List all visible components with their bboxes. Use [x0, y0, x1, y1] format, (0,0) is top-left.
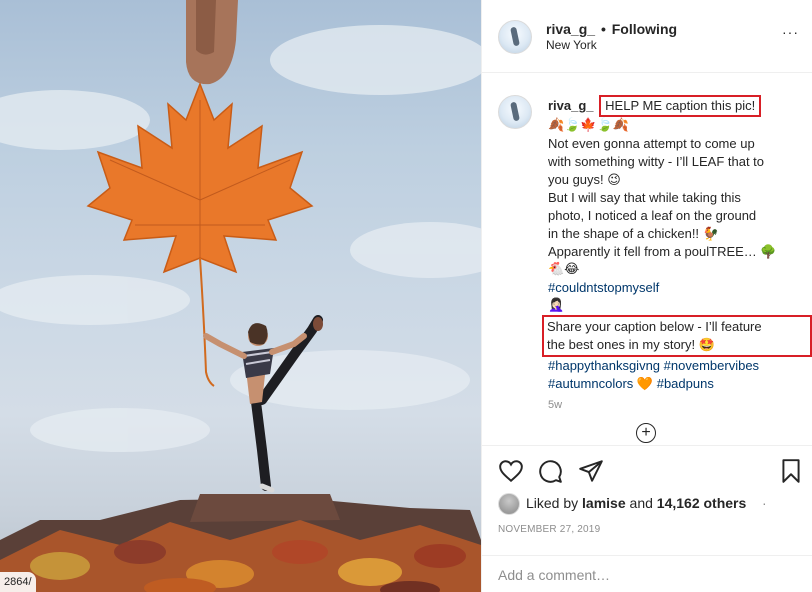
- action-bar: [482, 445, 812, 493]
- caption-timestamp: 5w: [548, 399, 563, 411]
- facepalm-emoji: 🤦🏻‍♀️: [548, 298, 565, 313]
- heart-icon[interactable]: [498, 458, 524, 484]
- photo-illustration: [0, 0, 481, 592]
- caption-line: But I will say that while taking this: [548, 190, 741, 205]
- comment-icon[interactable]: [537, 458, 563, 484]
- hashtag-link[interactable]: #badpuns: [657, 376, 714, 391]
- likes-prefix: Liked by: [526, 495, 579, 511]
- more-options-icon[interactable]: ···: [782, 24, 799, 40]
- caption-callout-line: the best ones in my story! 🤩: [547, 337, 715, 352]
- caption-area: riva_g_ HELP ME caption this pic! 🍂🍃🍁🍃🍂 …: [482, 73, 812, 445]
- author-username[interactable]: riva_g_: [546, 21, 595, 37]
- hashtag-link[interactable]: #happythanksgivng: [548, 358, 660, 373]
- caption-avatar[interactable]: [498, 95, 532, 129]
- likes-more-dot: ·: [762, 495, 767, 511]
- bookmark-icon[interactable]: [778, 458, 804, 484]
- caption-emoji-row: 🍂🍃🍁🍃🍂: [548, 118, 629, 133]
- likes-text: Liked by lamise and 14,162 others: [526, 495, 746, 511]
- caption-callout-box: Share your caption below - I’ll feature …: [542, 315, 812, 357]
- hashtag-link[interactable]: #couldntstopmyself: [548, 279, 806, 297]
- caption-line: photo, I noticed a leaf on the ground: [548, 208, 757, 223]
- post-details-panel: riva_g_ • Following New York ··· riva_g_…: [481, 0, 812, 592]
- share-icon[interactable]: [578, 458, 604, 484]
- header-separator: •: [600, 21, 606, 37]
- load-more-comments-button[interactable]: +: [636, 423, 656, 443]
- rocks-and-leaves: [0, 494, 481, 592]
- post-location[interactable]: New York: [546, 38, 597, 52]
- likes-count-link[interactable]: 14,162 others: [657, 495, 747, 511]
- caption-line: in the shape of a chicken!! 🐓: [548, 226, 719, 241]
- likes-and: and: [629, 495, 653, 511]
- caption-line: 🐔😂: [548, 262, 580, 277]
- caption-title: HELP ME caption this pic!: [599, 95, 762, 117]
- caption-line: Apparently it fell from a poulTREE… 🌳: [548, 244, 777, 259]
- caption-line: you guys! 😉: [548, 172, 621, 187]
- hand: [186, 0, 238, 85]
- caption-line: with something witty - I’ll LEAF that to: [548, 154, 765, 169]
- likes-summary: Liked by lamise and 14,162 others ·: [498, 493, 808, 515]
- follow-status-button[interactable]: Following: [612, 21, 677, 37]
- author-avatar[interactable]: [498, 20, 532, 54]
- author-line: riva_g_ • Following: [546, 21, 677, 37]
- post-photo[interactable]: 2864/: [0, 0, 481, 592]
- caption-callout-line: Share your caption below - I’ll feature: [547, 319, 762, 334]
- hashtag-link[interactable]: #autumncolors: [548, 376, 633, 391]
- liker-username[interactable]: lamise: [582, 495, 626, 511]
- caption-line: Not even gonna attempt to come up: [548, 136, 755, 151]
- post-header: riva_g_ • Following New York ···: [482, 0, 812, 73]
- clouds: [0, 25, 481, 452]
- hashtag-row: #happythanksgivng #novembervibes: [548, 357, 806, 375]
- photo-overlay-badge: 2864/: [0, 572, 36, 592]
- hashtag-link[interactable]: #novembervibes: [664, 358, 759, 373]
- instagram-post: 2864/ riva_g_ • Following New York ··· r…: [0, 0, 812, 592]
- add-comment-input[interactable]: [498, 564, 788, 586]
- liker-avatar[interactable]: [498, 493, 520, 515]
- hashtag-row: #autumncolors 🧡 #badpuns: [548, 375, 806, 394]
- comment-box: [482, 555, 812, 592]
- caption-username[interactable]: riva_g_: [548, 98, 594, 113]
- post-caption: riva_g_ HELP ME caption this pic! 🍂🍃🍁🍃🍂 …: [542, 95, 812, 394]
- post-date: NOVEMBER 27, 2019: [498, 524, 601, 535]
- orange-heart-emoji: 🧡: [636, 377, 654, 392]
